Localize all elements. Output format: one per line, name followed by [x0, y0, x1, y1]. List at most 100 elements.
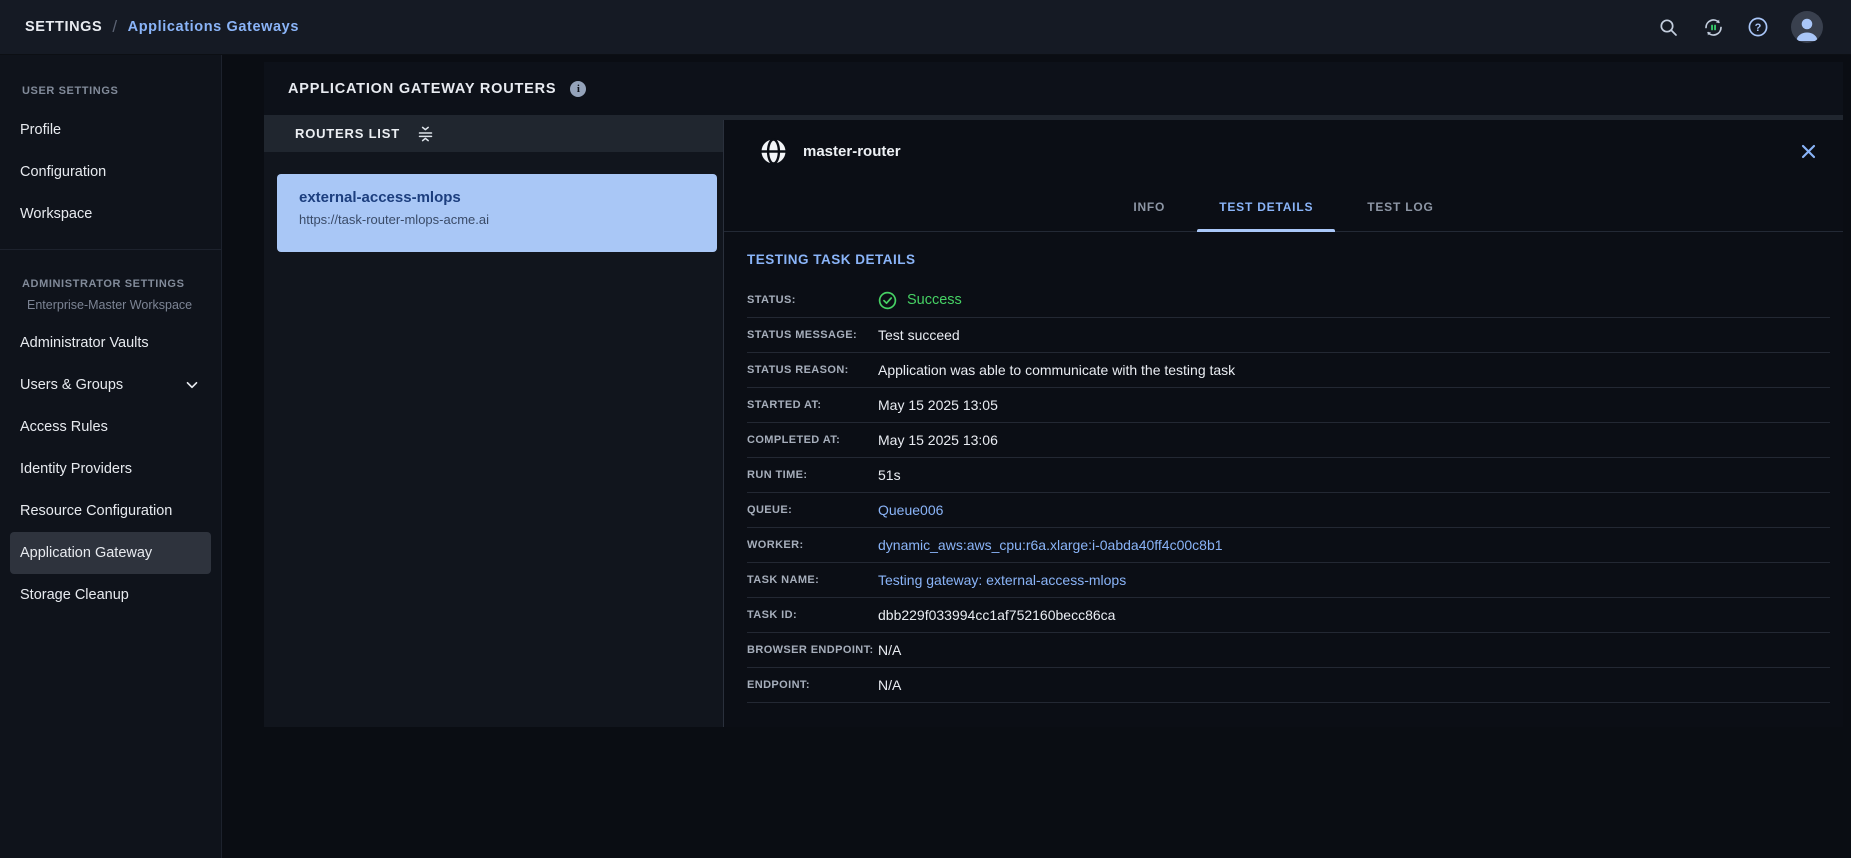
header-actions: ?	[1656, 11, 1823, 43]
success-check-icon	[878, 291, 897, 310]
router-url: https://task-router-mlops-acme.ai	[299, 212, 695, 227]
help-icon: ?	[1747, 16, 1769, 38]
detail-tab[interactable]: TEST LOG	[1345, 182, 1455, 231]
detail-row: ENDPOINT: N/A	[747, 668, 1830, 703]
sidebar-item-label: Profile	[20, 122, 61, 138]
detail-row-value-text: Application was able to communicate with…	[878, 362, 1235, 378]
breadcrumb-settings-link[interactable]: SETTINGS	[25, 19, 102, 35]
info-icon[interactable]: i	[570, 81, 586, 97]
sidebar-item[interactable]: Users & Groups	[10, 364, 211, 406]
sidebar-item-label: Storage Cleanup	[20, 587, 129, 603]
detail-tab-label: TEST LOG	[1367, 200, 1433, 214]
sidebar-item-label: Access Rules	[20, 419, 108, 435]
detail-row-value: May 15 2025 13:05	[878, 397, 998, 413]
sidebar-item[interactable]: Configuration	[10, 151, 211, 193]
routers-list-title: ROUTERS LIST	[295, 126, 400, 141]
sidebar-item-label: Users & Groups	[20, 377, 123, 393]
breadcrumb: SETTINGS / Applications Gateways	[25, 17, 299, 37]
detail-row: RUN TIME: 51s	[747, 458, 1830, 493]
workspace-subtitle: Enterprise-Master Workspace	[0, 298, 221, 322]
page-title: APPLICATION GATEWAY ROUTERS	[288, 81, 556, 97]
detail-row-value-text: N/A	[878, 677, 901, 693]
user-settings-list: Profile Configuration Workspace	[0, 109, 221, 235]
detail-row-label: STATUS:	[747, 294, 878, 306]
detail-row-label: COMPLETED AT:	[747, 434, 878, 446]
detail-row-value-text: Success	[907, 292, 962, 308]
breadcrumb-separator: /	[112, 17, 117, 37]
sidebar-item[interactable]: Workspace	[10, 193, 211, 235]
sidebar-item-label: Application Gateway	[20, 545, 152, 561]
close-icon	[1799, 142, 1818, 161]
router-detail-title: master-router	[803, 143, 901, 160]
detail-row-value-text[interactable]: dynamic_aws:aws_cpu:r6a.xlarge:i-0abda40…	[878, 537, 1223, 553]
test-details-content: TESTING TASK DETAILS STATUS: Success	[724, 232, 1843, 703]
detail-row-label: STARTED AT:	[747, 399, 878, 411]
detail-row-value: N/A	[878, 677, 901, 693]
detail-row-value: Test succeed	[878, 327, 960, 343]
admin-settings-section-title: ADMINISTRATOR SETTINGS	[0, 272, 221, 298]
filter-sort-icon	[417, 126, 435, 142]
detail-row-value-text[interactable]: Queue006	[878, 502, 943, 518]
user-avatar-icon	[1791, 11, 1823, 43]
detail-row: STARTED AT: May 15 2025 13:05	[747, 388, 1830, 423]
detail-row-label: BROWSER ENDPOINT:	[747, 644, 878, 656]
detail-row-label: QUEUE:	[747, 504, 878, 516]
svg-text:?: ?	[1755, 22, 1762, 34]
user-settings-section-title: USER SETTINGS	[0, 79, 221, 109]
detail-rows: STATUS: Success STATUS MESSAGE:	[747, 283, 1830, 703]
auto-refresh-button[interactable]	[1701, 15, 1725, 39]
detail-row: BROWSER ENDPOINT: N/A	[747, 633, 1830, 668]
globe-icon	[760, 138, 787, 165]
sidebar-item[interactable]: Resource Configuration	[10, 490, 211, 532]
detail-row: COMPLETED AT: May 15 2025 13:06	[747, 423, 1830, 458]
auto-refresh-icon	[1702, 16, 1725, 39]
detail-row-label: TASK ID:	[747, 609, 878, 621]
detail-row-value-text[interactable]: Testing gateway: external-access-mlops	[878, 572, 1126, 588]
detail-row: QUEUE: Queue006	[747, 493, 1830, 528]
sidebar-item[interactable]: Application Gateway	[10, 532, 211, 574]
detail-tab[interactable]: TEST DETAILS	[1197, 182, 1335, 231]
detail-row: WORKER: dynamic_aws:aws_cpu:r6a.xlarge:i…	[747, 528, 1830, 563]
settings-page: SETTINGS / Applications Gateways	[0, 0, 1851, 858]
router-name: external-access-mlops	[299, 189, 695, 206]
detail-row-value: dbb229f033994cc1af752160becc86ca	[878, 607, 1115, 623]
sidebar-item-label: Identity Providers	[20, 461, 132, 477]
sidebar-item[interactable]: Identity Providers	[10, 448, 211, 490]
detail-row-label: WORKER:	[747, 539, 878, 551]
detail-row-label: STATUS MESSAGE:	[747, 329, 878, 341]
sidebar-item[interactable]: Profile	[10, 109, 211, 151]
detail-row-value: May 15 2025 13:06	[878, 432, 998, 448]
settings-sidebar: USER SETTINGS Profile Configuration Work…	[0, 55, 222, 858]
detail-panel-header: master-router	[724, 120, 1843, 182]
detail-row-value-text: 51s	[878, 467, 901, 483]
detail-row-value: Queue006	[878, 502, 943, 518]
router-list-item[interactable]: external-access-mlops https://task-route…	[277, 174, 717, 252]
sidebar-item[interactable]: Storage Cleanup	[10, 574, 211, 616]
close-panel-button[interactable]	[1799, 142, 1818, 161]
detail-row-value: Application was able to communicate with…	[878, 362, 1235, 378]
page-title-bar: APPLICATION GATEWAY ROUTERS i	[264, 62, 1843, 115]
sidebar-item[interactable]: Access Rules	[10, 406, 211, 448]
breadcrumb-current-page: Applications Gateways	[128, 19, 299, 35]
detail-row: STATUS REASON: Application was able to c…	[747, 353, 1830, 388]
detail-row-value-text: Test succeed	[878, 327, 960, 343]
sidebar-divider	[0, 249, 221, 250]
help-button[interactable]: ?	[1746, 15, 1770, 39]
detail-row-value-text: May 15 2025 13:06	[878, 432, 998, 448]
detail-row-value: 51s	[878, 467, 901, 483]
filter-sort-button[interactable]	[417, 126, 435, 142]
search-button[interactable]	[1656, 15, 1680, 39]
sidebar-item[interactable]: Administrator Vaults	[10, 322, 211, 364]
top-header: SETTINGS / Applications Gateways	[0, 0, 1851, 55]
detail-tab-label: TEST DETAILS	[1219, 200, 1313, 214]
user-avatar-button[interactable]	[1791, 11, 1823, 43]
detail-row-label: TASK NAME:	[747, 574, 878, 586]
detail-tab[interactable]: INFO	[1111, 182, 1187, 231]
detail-tabs: INFO TEST DETAILS TEST LOG	[724, 182, 1843, 232]
sidebar-item-label: Workspace	[20, 206, 92, 222]
detail-row-label: RUN TIME:	[747, 469, 878, 481]
detail-row-value: dynamic_aws:aws_cpu:r6a.xlarge:i-0abda40…	[878, 537, 1223, 553]
sidebar-item-label: Resource Configuration	[20, 503, 172, 519]
detail-row-value: Success	[878, 291, 962, 310]
detail-row-value-text: N/A	[878, 642, 901, 658]
